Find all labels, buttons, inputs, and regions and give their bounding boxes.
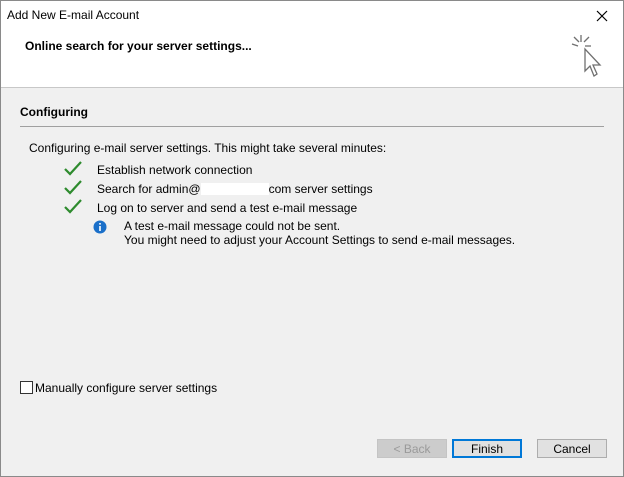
finish-button[interactable]: Finish	[452, 439, 522, 458]
step-label: Search for admin@ com server settings	[97, 182, 373, 196]
redacted-domain	[200, 183, 269, 195]
checkmark-icon	[64, 161, 82, 176]
step-label-suffix: com server settings	[268, 182, 373, 196]
add-email-account-dialog: Add New E-mail Account Online search for…	[0, 0, 624, 477]
title-bar: Add New E-mail Account	[1, 1, 623, 31]
info-line-1: A test e-mail message could not be sent.	[124, 219, 341, 233]
step-label-prefix: Search for admin@	[97, 182, 201, 196]
back-button[interactable]: < Back	[377, 439, 447, 458]
step-label: Log on to server and send a test e-mail …	[97, 201, 358, 215]
manual-configure-checkbox[interactable]	[20, 381, 33, 394]
manual-configure-label[interactable]: Manually configure server settings	[35, 381, 217, 395]
cancel-button[interactable]: Cancel	[537, 439, 607, 458]
checkmark-icon	[64, 199, 82, 214]
step-label: Establish network connection	[97, 163, 253, 177]
checkmark-icon	[64, 180, 82, 195]
button-bar: < Back Finish Cancel	[1, 424, 623, 476]
close-icon	[596, 10, 608, 22]
header-title: Online search for your server settings..…	[25, 39, 252, 53]
info-line-2: You might need to adjust your Account Se…	[124, 233, 516, 247]
cursor-sparkle-icon	[571, 35, 602, 77]
section-title: Configuring	[20, 105, 88, 119]
wizard-header: Online search for your server settings..…	[1, 31, 623, 88]
section-divider	[20, 126, 604, 127]
close-button[interactable]	[587, 4, 617, 28]
info-icon	[93, 220, 107, 234]
window-title: Add New E-mail Account	[7, 8, 140, 22]
configuring-intro-text: Configuring e-mail server settings. This…	[29, 141, 387, 155]
